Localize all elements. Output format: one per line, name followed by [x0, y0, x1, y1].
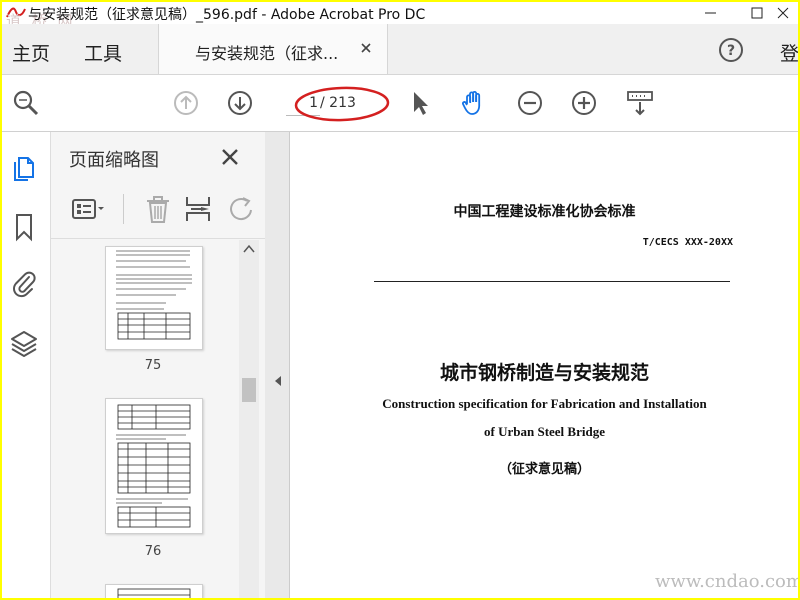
thumbnail-page[interactable] — [105, 246, 203, 350]
document-title-cn: 城市钢桥制造与安装规范 — [439, 362, 649, 384]
tab-document[interactable]: 与安装规范（征求... — [158, 24, 388, 74]
pages-icon[interactable] — [10, 152, 38, 182]
window-title: 与安装规范（征求意见稿）_596.pdf - Adobe Acrobat Pro… — [28, 7, 426, 23]
thumbnail-number: 75 — [144, 358, 162, 373]
panel-title: 页面缩略图 — [69, 150, 159, 171]
header-rule — [374, 281, 730, 282]
document-title-en-line1: Construction specification for Fabricati… — [382, 396, 707, 411]
thumbnail-page-next-preview — [117, 588, 191, 598]
page-thumbnails-panel: 页面缩略图 75 76 — [51, 132, 265, 598]
thumbnail-page-75-preview — [116, 250, 192, 340]
page-total: / 213 — [320, 95, 356, 111]
scroll-up-icon[interactable] — [243, 244, 255, 254]
zoom-in-button[interactable] — [570, 89, 598, 117]
trash-icon[interactable] — [141, 194, 175, 224]
navigation-rail — [2, 132, 51, 598]
help-icon[interactable]: ? — [718, 37, 744, 63]
close-panel-icon[interactable] — [221, 148, 239, 166]
attachment-icon[interactable] — [10, 268, 38, 298]
arrow-down-icon — [228, 91, 252, 115]
document-tab-label: 与安装规范（征求... — [195, 44, 339, 63]
thumbnail-page[interactable] — [105, 584, 203, 598]
page-number-input[interactable] — [286, 91, 320, 116]
tab-home[interactable]: 主页 — [12, 39, 50, 66]
thumbnail-number: 76 — [144, 544, 162, 559]
tab-bar: 主页 工具 与安装规范（征求... ? 登 — [2, 24, 798, 75]
hand-tool-button[interactable] — [460, 89, 488, 117]
panel-splitter[interactable] — [265, 132, 289, 598]
bookmark-icon[interactable] — [10, 212, 38, 242]
previous-page-button[interactable] — [172, 89, 200, 117]
select-tool-button[interactable] — [406, 89, 434, 117]
cursor-arrow-icon — [414, 92, 428, 115]
zoom-out-icon — [518, 91, 542, 115]
thumbnail-options-icon[interactable] — [71, 194, 105, 224]
close-tab-icon[interactable] — [359, 41, 373, 55]
panel-toolbar — [51, 184, 265, 239]
maximize-icon — [751, 7, 763, 19]
watermark-bottom-right: www.cndao.com — [655, 571, 798, 592]
minimize-icon — [705, 12, 716, 14]
search-icon[interactable] — [12, 89, 40, 117]
tab-tools[interactable]: 工具 — [84, 39, 122, 66]
rotate-icon[interactable] — [225, 194, 259, 224]
scrollbar-thumb[interactable] — [242, 378, 256, 402]
sign-in-link[interactable]: 登 — [780, 39, 798, 66]
zoom-in-icon — [572, 91, 596, 115]
document-title-en-line2: of Urban Steel Bridge — [484, 424, 605, 439]
close-window-button[interactable] — [768, 2, 798, 24]
zoom-out-button[interactable] — [516, 89, 544, 117]
toolbar: / 213 — [2, 75, 798, 132]
thumbnail-scrollbar[interactable] — [239, 240, 259, 598]
title-bar: 道 桥 网 与安装规范（征求意见稿）_596.pdf - Adobe Acrob… — [2, 2, 798, 30]
document-subtitle: （征求意见稿） — [498, 462, 590, 477]
next-page-button[interactable] — [226, 89, 254, 117]
document-code: T/CECS XXX-20XX — [642, 237, 733, 248]
app-window: 道 桥 网 与安装规范（征求意见稿）_596.pdf - Adobe Acrob… — [2, 2, 798, 598]
svg-text:?: ? — [727, 43, 735, 59]
document-view[interactable]: 中国工程建设标准化协会标准 T/CECS XXX-20XX 城市钢桥制造与安装规… — [289, 132, 798, 598]
page-display-icon — [627, 91, 653, 116]
thumbnail-page-76-preview — [116, 404, 191, 528]
thumbnail-list: 75 76 — [51, 240, 241, 598]
arrow-up-icon — [174, 91, 198, 115]
document-page: 中国工程建设标准化协会标准 T/CECS XXX-20XX 城市钢桥制造与安装规… — [289, 132, 798, 598]
document-organization: 中国工程建设标准化协会标准 — [453, 204, 636, 220]
collapse-panel-icon[interactable] — [273, 375, 283, 387]
layers-icon[interactable] — [10, 328, 38, 358]
close-icon — [777, 7, 789, 19]
insert-page-icon[interactable] — [183, 194, 217, 224]
toolbar-divider — [123, 194, 124, 224]
page-display-button[interactable] — [626, 89, 654, 117]
minimize-button[interactable] — [688, 2, 734, 24]
thumbnail-page[interactable] — [105, 398, 203, 534]
hand-icon — [462, 91, 481, 115]
